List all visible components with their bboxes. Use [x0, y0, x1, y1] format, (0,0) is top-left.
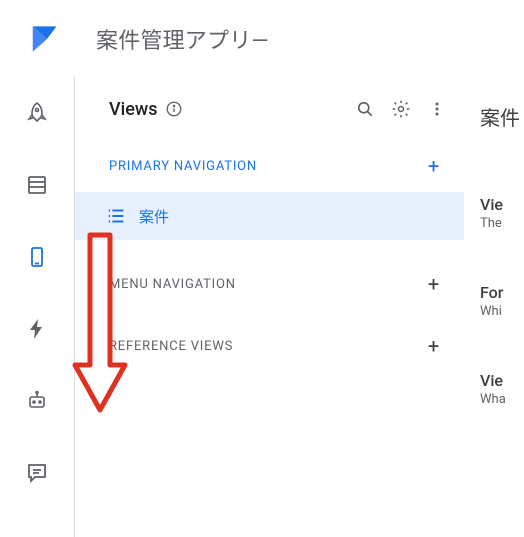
detail-view-name: Vie The — [480, 195, 524, 231]
detail-for-table-h: For — [480, 283, 524, 302]
detail-view-name-h: Vie — [480, 195, 524, 214]
add-reference-view-button[interactable]: + — [428, 336, 440, 356]
left-rail — [0, 76, 74, 537]
section-primary-nav[interactable]: PRIMARY NAVIGATION + — [75, 144, 464, 188]
add-primary-view-button[interactable]: + — [428, 156, 440, 176]
rail-robot-icon[interactable] — [24, 388, 50, 414]
views-header: Views — [75, 98, 464, 120]
rail-list-icon[interactable] — [24, 172, 50, 198]
detail-heading: 案件 — [480, 102, 524, 131]
views-actions — [354, 98, 454, 120]
section-reference-views[interactable]: REFERENCE VIEWS + — [75, 324, 464, 368]
app-header: 案件管理アプリ― — [0, 0, 524, 76]
app-title: 案件管理アプリ― — [96, 23, 269, 55]
right-detail-panel: 案件 Vie The For Whi Vie Wha — [464, 76, 524, 537]
views-title: Views — [109, 99, 157, 120]
add-menu-view-button[interactable]: + — [428, 274, 440, 294]
view-item-anken-label: 案件 — [139, 206, 169, 227]
detail-view-name-s: The — [480, 216, 524, 231]
detail-view-type-s: Wha — [480, 392, 524, 407]
section-menu-nav[interactable]: MENU NAVIGATION + — [75, 262, 464, 306]
section-menu-nav-label: MENU NAVIGATION — [109, 277, 236, 292]
gear-icon[interactable] — [390, 98, 412, 120]
detail-for-table-s: Whi — [480, 304, 524, 319]
rail-device-icon[interactable] — [24, 244, 50, 270]
main-area: Views — [0, 76, 524, 537]
info-icon[interactable] — [165, 100, 183, 118]
detail-for-table: For Whi — [480, 283, 524, 319]
list-view-icon — [105, 205, 127, 227]
rail-bolt-icon[interactable] — [24, 316, 50, 342]
view-item-anken[interactable]: 案件 — [75, 192, 464, 240]
section-primary-nav-label: PRIMARY NAVIGATION — [109, 159, 257, 174]
search-icon[interactable] — [354, 98, 376, 120]
detail-view-type: Vie Wha — [480, 371, 524, 407]
rail-chat-icon[interactable] — [24, 460, 50, 486]
section-reference-views-label: REFERENCE VIEWS — [109, 339, 233, 354]
views-panel: Views — [75, 76, 464, 537]
rail-rocket-icon[interactable] — [24, 100, 50, 126]
detail-view-type-h: Vie — [480, 371, 524, 390]
appsheet-logo — [28, 20, 66, 58]
more-icon[interactable] — [426, 98, 448, 120]
